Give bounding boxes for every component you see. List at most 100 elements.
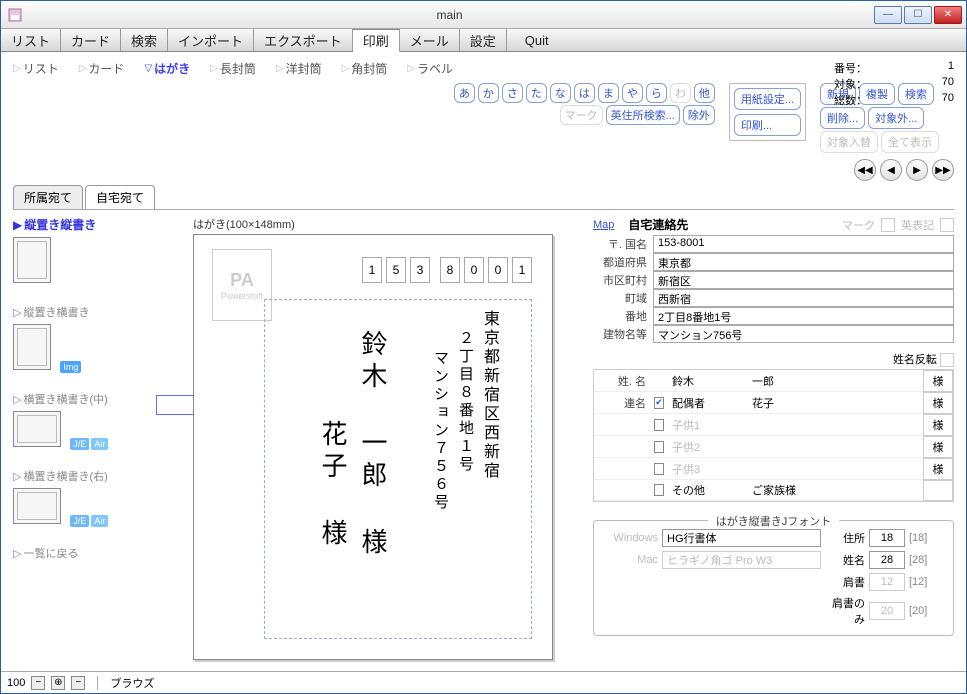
kana-ta[interactable]: た [526, 83, 547, 103]
page-setup-button[interactable]: 用紙設定... [734, 88, 801, 110]
subtab-hagaki[interactable]: ▽はがき [144, 60, 190, 77]
kana-na[interactable]: な [550, 83, 571, 103]
layout-horizontal-right[interactable]: ▷横置き横書き(右) [13, 468, 183, 484]
zoom-fit-button[interactable]: ⊕ [51, 676, 65, 690]
sama-1[interactable]: 様 [923, 370, 953, 392]
subtab-kaku[interactable]: ▷角封筒 [342, 60, 388, 77]
swap-target-button[interactable]: 対象入替 [820, 131, 878, 153]
last-record-button[interactable]: ▶▶ [932, 159, 954, 181]
font-legend: はがき縦書きJフォント [708, 513, 840, 529]
postal-code-input[interactable]: 153-8001 [653, 235, 954, 253]
fam-cb-2[interactable] [654, 441, 664, 453]
kana-ka[interactable]: か [478, 83, 499, 103]
mac-font-input[interactable] [662, 551, 821, 569]
sousuu-value: 70 [942, 92, 954, 108]
menu-card[interactable]: カード [61, 29, 121, 51]
print-button[interactable]: 印刷... [734, 114, 801, 136]
menu-import[interactable]: インポート [168, 29, 254, 51]
minimize-button[interactable]: — [874, 6, 902, 24]
layout-vertical-horizontal[interactable]: ▷縦置き横書き [13, 304, 183, 320]
zip-3: 3 [410, 257, 430, 283]
kana-wa[interactable]: わ [670, 83, 691, 103]
fam-sama-4[interactable] [923, 480, 953, 501]
katagaki-size-input[interactable] [869, 573, 905, 591]
layout-thumb-1[interactable] [13, 237, 51, 283]
addrtab-jitaku[interactable]: 自宅宛て [85, 185, 155, 209]
sei-input[interactable]: 鈴木 [668, 370, 748, 392]
show-all-button[interactable]: 全て表示 [881, 131, 939, 153]
fam-name-0[interactable]: 花子 [748, 392, 923, 414]
menu-export[interactable]: エクスポート [254, 29, 353, 51]
close-button[interactable]: ✕ [934, 6, 962, 24]
kana-a[interactable]: あ [454, 83, 475, 103]
menu-quit[interactable]: Quit [515, 29, 559, 51]
exclude-button[interactable]: 除外 [683, 105, 715, 125]
fam-name-2[interactable] [748, 436, 923, 458]
fam-cb-3[interactable] [654, 463, 664, 475]
kana-sa[interactable]: さ [502, 83, 523, 103]
fam-name-1[interactable] [748, 414, 923, 436]
kana-ya[interactable]: や [622, 83, 643, 103]
next-record-button[interactable]: ▶ [906, 159, 928, 181]
preview-name-2: 花子 様 [314, 420, 351, 551]
kana-ra[interactable]: ら [646, 83, 667, 103]
browse-mode[interactable]: ブラウズ [110, 675, 154, 691]
maximize-button[interactable]: ☐ [904, 6, 932, 24]
kana-ma[interactable]: ま [598, 83, 619, 103]
fam-cb-0[interactable]: ✔ [654, 397, 664, 409]
menu-mail[interactable]: メール [400, 29, 460, 51]
fam-cb-1[interactable] [654, 419, 664, 431]
first-record-button[interactable]: ◀◀ [854, 159, 876, 181]
katagaki-label: 肩書 [825, 574, 865, 590]
fam-sama-3[interactable]: 様 [923, 458, 953, 480]
menu-settings[interactable]: 設定 [460, 29, 507, 51]
kana-other[interactable]: 他 [694, 83, 715, 103]
prev-record-button[interactable]: ◀ [880, 159, 902, 181]
subtab-list[interactable]: ▷リスト [13, 60, 59, 77]
subtab-you[interactable]: ▷洋封筒 [276, 60, 322, 77]
menu-print[interactable]: 印刷 [353, 29, 400, 52]
layout-vertical-vertical[interactable]: ▶縦置き縦書き [13, 216, 183, 233]
building-input[interactable]: マンション756号 [653, 325, 954, 343]
window-title: main [25, 8, 874, 22]
eihyouki-checkbox[interactable] [940, 218, 954, 232]
zoom-out-button[interactable]: − [31, 676, 45, 690]
fam-sama-1[interactable]: 様 [923, 414, 953, 436]
subtab-naga[interactable]: ▷長封筒 [210, 60, 256, 77]
subtab-label[interactable]: ▷ラベル [407, 60, 453, 77]
fold-guide [156, 395, 194, 415]
map-link[interactable]: Map [593, 219, 614, 231]
delete-button[interactable]: 削除... [820, 107, 865, 129]
seimei-hanten-checkbox[interactable] [940, 353, 954, 367]
fam-name-3[interactable] [748, 458, 923, 480]
eng-address-search-button[interactable]: 英住所検索... [606, 105, 680, 125]
street-input[interactable]: 2丁目8番地1号 [653, 307, 954, 325]
city-input[interactable]: 新宿区 [653, 271, 954, 289]
jusho-size-input[interactable] [869, 529, 905, 547]
subtab-card[interactable]: ▷カード [79, 60, 125, 77]
fam-cb-4[interactable] [654, 484, 664, 496]
windows-font-input[interactable] [662, 529, 821, 547]
app-icon [5, 5, 25, 25]
kana-ha[interactable]: は [574, 83, 595, 103]
zoom-in-button[interactable]: − [71, 676, 85, 690]
fam-sama-0[interactable]: 様 [923, 392, 953, 414]
fam-sama-2[interactable]: 様 [923, 436, 953, 458]
addrtab-shozoku[interactable]: 所属宛て [13, 185, 83, 209]
mark-checkbox[interactable] [881, 218, 895, 232]
menu-search[interactable]: 検索 [121, 29, 168, 51]
layout-thumb-2[interactable] [13, 324, 51, 370]
jusho-default: [18] [909, 532, 945, 544]
layout-thumb-4[interactable] [13, 488, 61, 524]
prefecture-input[interactable]: 東京都 [653, 253, 954, 271]
layout-thumb-3[interactable] [13, 411, 61, 447]
exclude-target-button[interactable]: 対象外... [868, 107, 924, 129]
katanomi-size-input[interactable] [869, 602, 905, 620]
menu-list[interactable]: リスト [1, 29, 61, 51]
seimei-size-input[interactable] [869, 551, 905, 569]
fam-name-4[interactable]: ご家族様 [748, 480, 923, 501]
mei-input[interactable]: 一郎 [748, 370, 923, 392]
back-to-list[interactable]: ▷一覧に戻る [13, 545, 183, 561]
mark-button[interactable]: マーク [560, 105, 603, 125]
town-input[interactable]: 西新宿 [653, 289, 954, 307]
